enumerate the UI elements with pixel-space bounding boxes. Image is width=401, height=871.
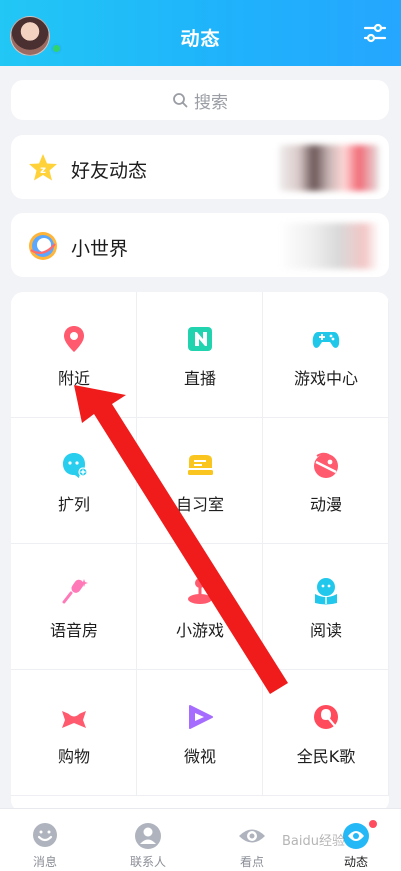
grid-item-game-center[interactable]: 游戏中心 [263, 292, 389, 418]
location-pin-icon [64, 326, 84, 352]
small-world-thumbnail [279, 223, 379, 269]
notification-badge [368, 819, 378, 829]
grid-item-anime[interactable]: 动漫 [263, 418, 389, 544]
grid-item-live[interactable]: 直播 [137, 292, 263, 418]
grid-item-karaoke[interactable]: 全民K歌 [263, 670, 389, 796]
page-title: 动态 [180, 28, 221, 50]
grid-item-nearby[interactable]: 附近 [11, 292, 137, 418]
tab-label: 看点 [239, 855, 264, 869]
search-icon [173, 93, 188, 108]
star-icon: z [29, 154, 57, 181]
grid-item-expand-friends[interactable]: 扩列 [11, 418, 137, 544]
header-bar: 动态 [0, 0, 401, 66]
grid-item-mini-games[interactable]: 小游戏 [137, 544, 263, 670]
microphone-icon [62, 579, 88, 604]
grid-item-label: 微视 [183, 747, 216, 766]
joystick-icon [188, 578, 212, 604]
feature-grid-panel: 附近 直播 游戏中心 扩列 自习室 动漫 语音房 小游戏 阅读 购物 微视 全民… [11, 292, 389, 812]
friends-moments-label: 好友动态 [71, 160, 148, 182]
moments-icon [343, 823, 369, 849]
eye-icon [239, 829, 265, 843]
grid-item-label: 购物 [57, 747, 90, 766]
filter-sliders-icon[interactable] [363, 21, 387, 45]
tab-label: 消息 [32, 855, 57, 869]
grid-item-voice-room[interactable]: 语音房 [11, 544, 137, 670]
svg-text:z: z [40, 165, 46, 176]
live-play-icon [188, 327, 212, 351]
reading-icon [315, 578, 337, 605]
grid-item-label: 语音房 [49, 621, 98, 640]
tab-messages[interactable]: 消息 [5, 817, 85, 871]
tab-label: 联系人 [129, 855, 166, 869]
grid-item-label: 自习室 [175, 495, 224, 514]
tab-watch[interactable]: 看点 [212, 817, 292, 871]
grid-item-shopping[interactable]: 购物 [11, 670, 137, 796]
small-world-label: 小世界 [71, 238, 129, 260]
grid-item-label: 附近 [57, 369, 90, 388]
grid-item-label: 扩列 [57, 495, 90, 514]
weishi-icon [189, 705, 213, 729]
grid-item-weishi[interactable]: 微视 [137, 670, 263, 796]
grid-item-label: 游戏中心 [293, 369, 358, 388]
shopping-icon [62, 711, 86, 728]
grid-item-label: 阅读 [309, 621, 342, 640]
tab-label: 动态 [343, 855, 368, 869]
watermark: Baidu经验 [282, 834, 345, 849]
friends-add-icon [63, 453, 88, 478]
grid-item-label: 动漫 [309, 495, 342, 514]
grid-item-reading[interactable]: 阅读 [263, 544, 389, 670]
grid-item-label: 小游戏 [175, 621, 224, 640]
search-input[interactable]: 搜索 [11, 80, 389, 120]
friends-moments-thumbnail [279, 145, 379, 191]
search-placeholder: 搜索 [194, 92, 228, 113]
grid-item-label: 直播 [183, 369, 216, 388]
anime-icon [314, 452, 338, 478]
friends-moments-card[interactable]: z 好友动态 [11, 135, 389, 199]
study-room-icon [188, 455, 213, 475]
grid-item-study-room[interactable]: 自习室 [137, 418, 263, 544]
message-icon [33, 823, 57, 847]
grid-item-label: 全民K歌 [296, 747, 356, 766]
gamepad-icon [312, 332, 340, 348]
small-world-icon [29, 232, 57, 260]
small-world-card[interactable]: 小世界 [11, 213, 389, 277]
karaoke-icon [314, 705, 338, 729]
tab-contacts[interactable]: 联系人 [108, 817, 188, 871]
contacts-icon [135, 823, 161, 849]
